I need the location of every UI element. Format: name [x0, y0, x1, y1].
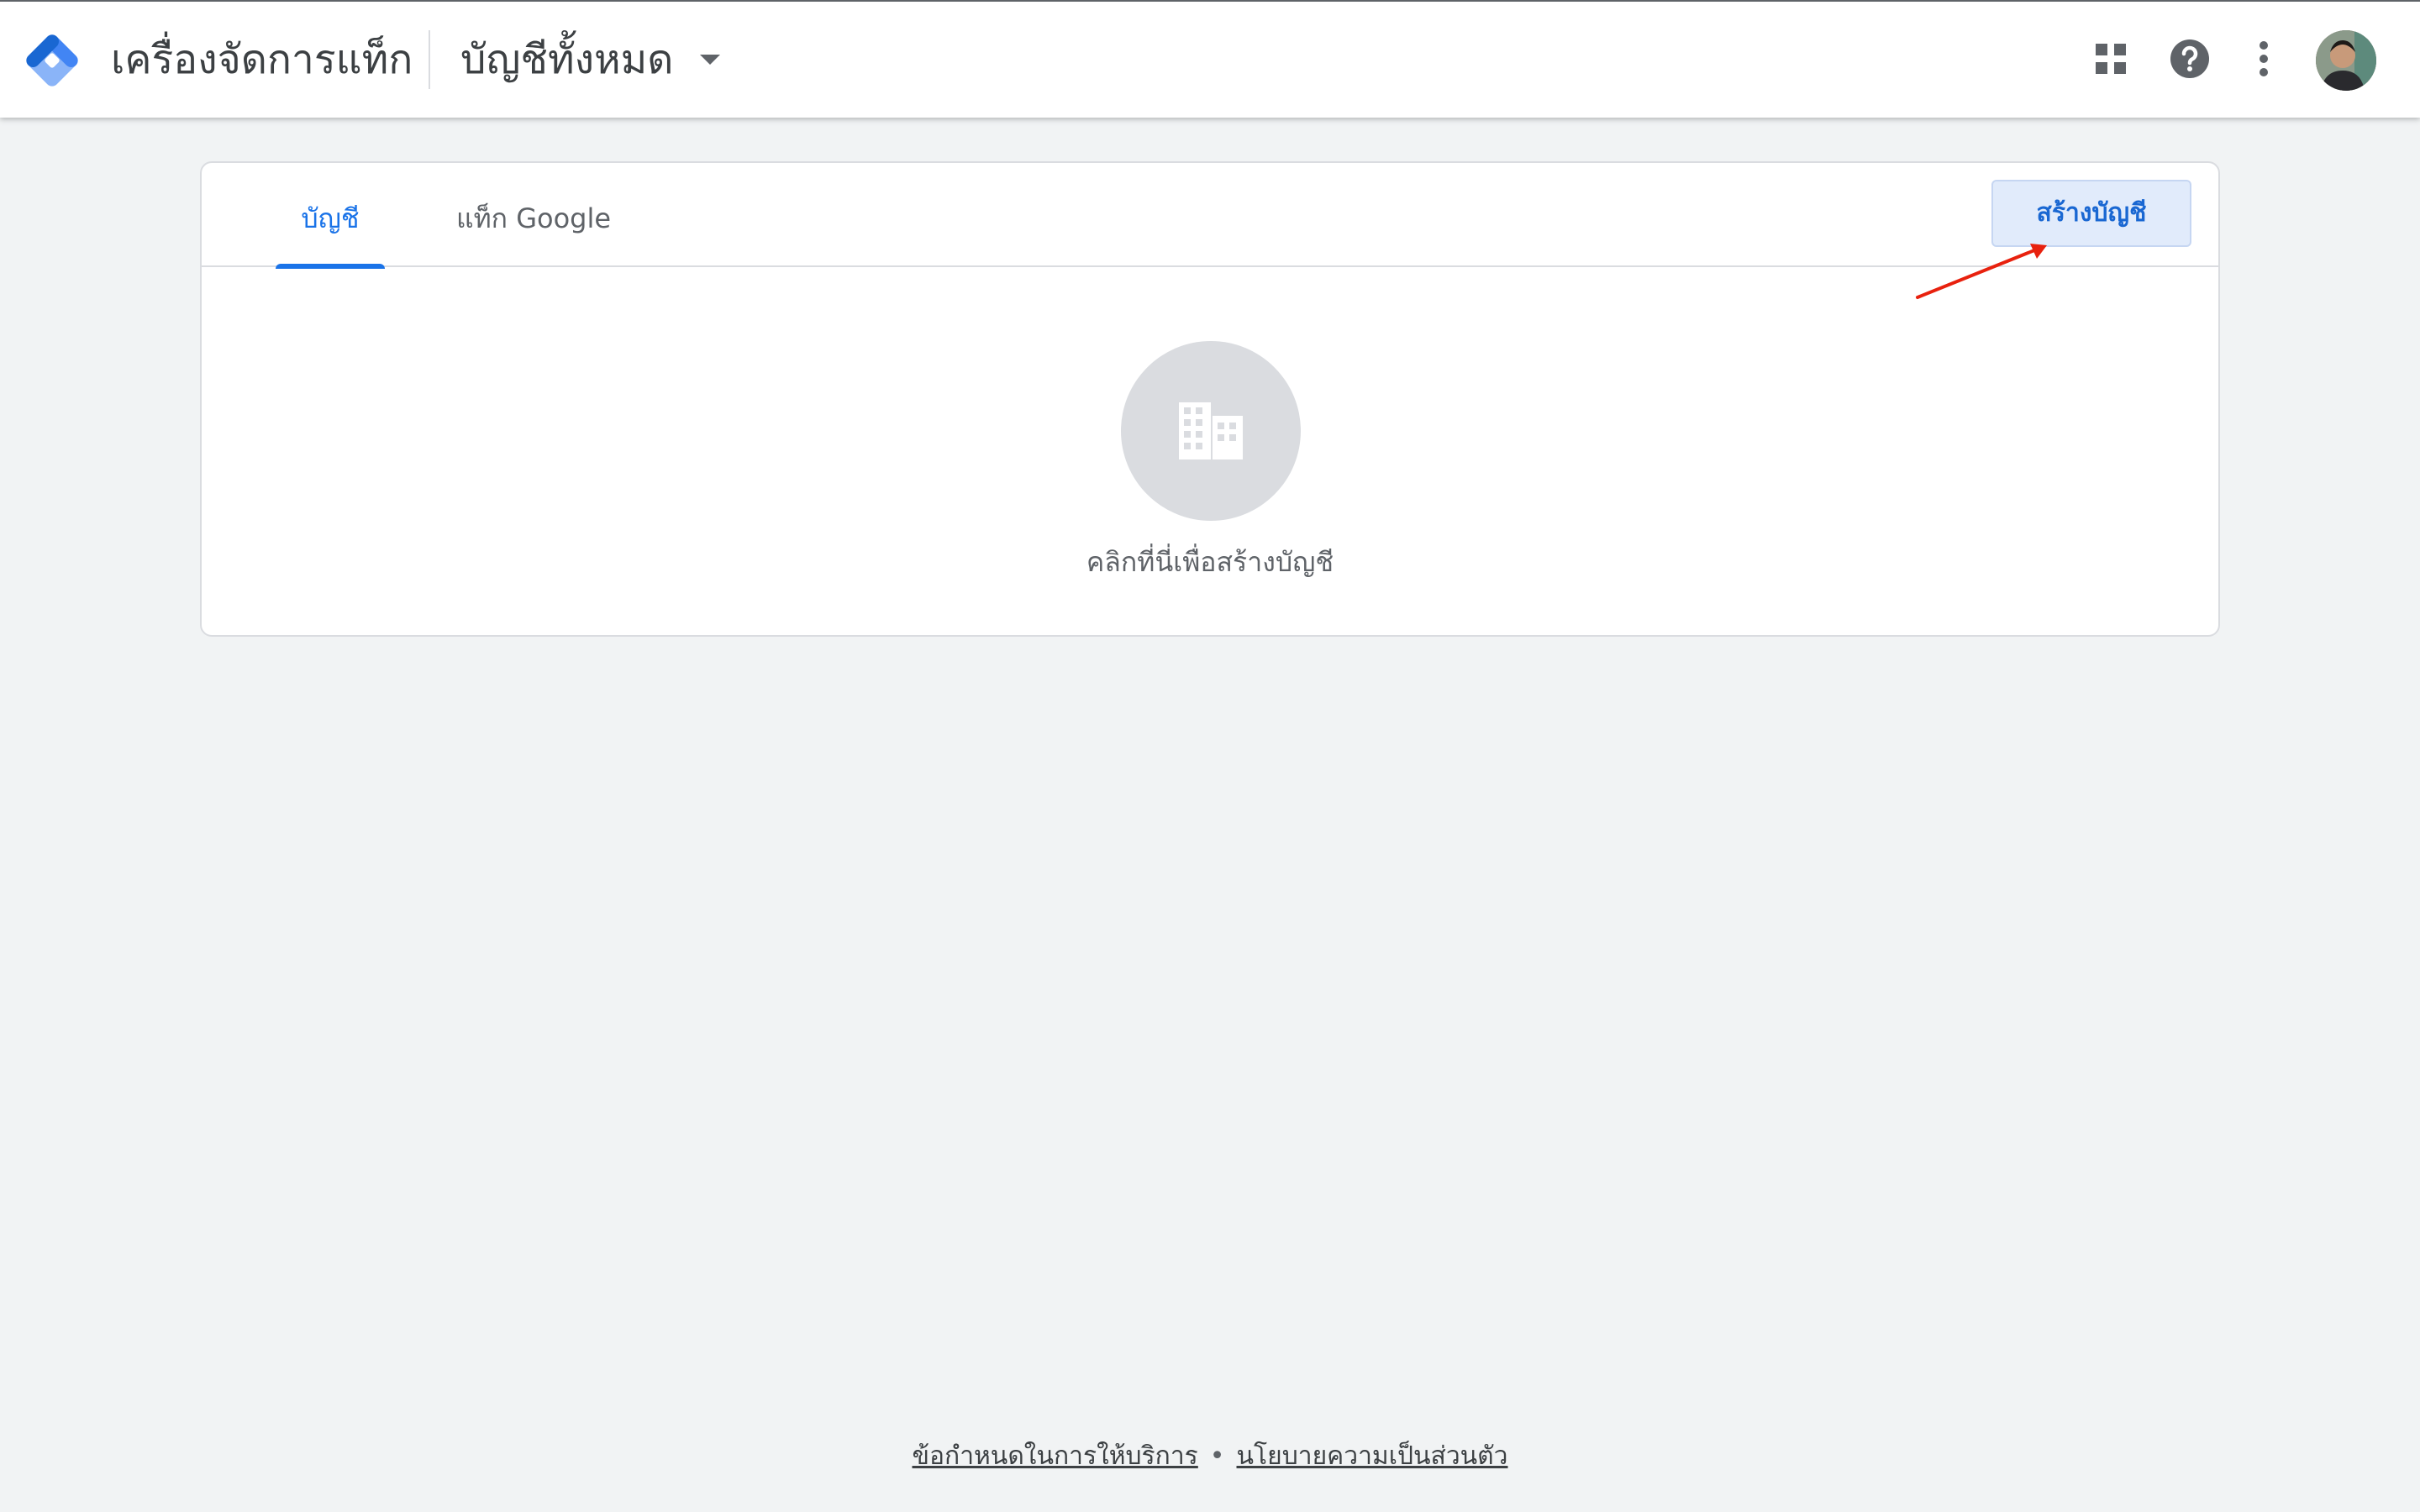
- avatar[interactable]: [2316, 30, 2376, 91]
- active-tab-indicator: [276, 264, 385, 269]
- tag-manager-logo-icon[interactable]: [22, 30, 82, 91]
- top-app-bar: เครื่องจัดการแท็ก บัญชีทั้งหมด: [0, 0, 2420, 118]
- help-icon[interactable]: [2166, 35, 2213, 82]
- create-account-prompt[interactable]: คลิกที่นี่เพื่อสร้างบัญชี: [958, 541, 1462, 584]
- accounts-card: บัญชี แท็ก Google สร้างบัญชี คลิกที่นี่เ…: [200, 161, 2220, 637]
- account-selector[interactable]: บัญชีทั้งหมด: [460, 32, 721, 87]
- more-vert-icon[interactable]: [2240, 35, 2287, 82]
- apps-grid-icon[interactable]: [2087, 35, 2134, 82]
- privacy-policy-link[interactable]: นโยบายความเป็นส่วนตัว: [1237, 1441, 1508, 1471]
- title-divider: [429, 30, 430, 89]
- terms-of-service-link[interactable]: ข้อกำหนดในการให้บริการ: [913, 1441, 1198, 1471]
- tab-accounts[interactable]: บัญชี: [276, 163, 385, 269]
- building-icon: [1179, 402, 1243, 459]
- annotation-arrow-icon: [1916, 244, 2047, 299]
- tab-accounts-label: บัญชี: [301, 202, 360, 234]
- footer-separator: •: [1209, 1441, 1225, 1471]
- footer: ข้อกำหนดในการให้บริการ • นโยบายความเป็นส่ว…: [0, 1436, 2420, 1476]
- caret-down-icon: [700, 55, 721, 65]
- tab-google-tags[interactable]: แท็ก Google: [429, 163, 639, 267]
- account-selector-label: บัญชีทั้งหมด: [460, 36, 674, 83]
- tab-google-tags-label: แท็ก Google: [455, 202, 612, 234]
- app-title: เครื่องจัดการแท็ก: [111, 36, 413, 83]
- create-account-empty-state[interactable]: [1121, 341, 1301, 521]
